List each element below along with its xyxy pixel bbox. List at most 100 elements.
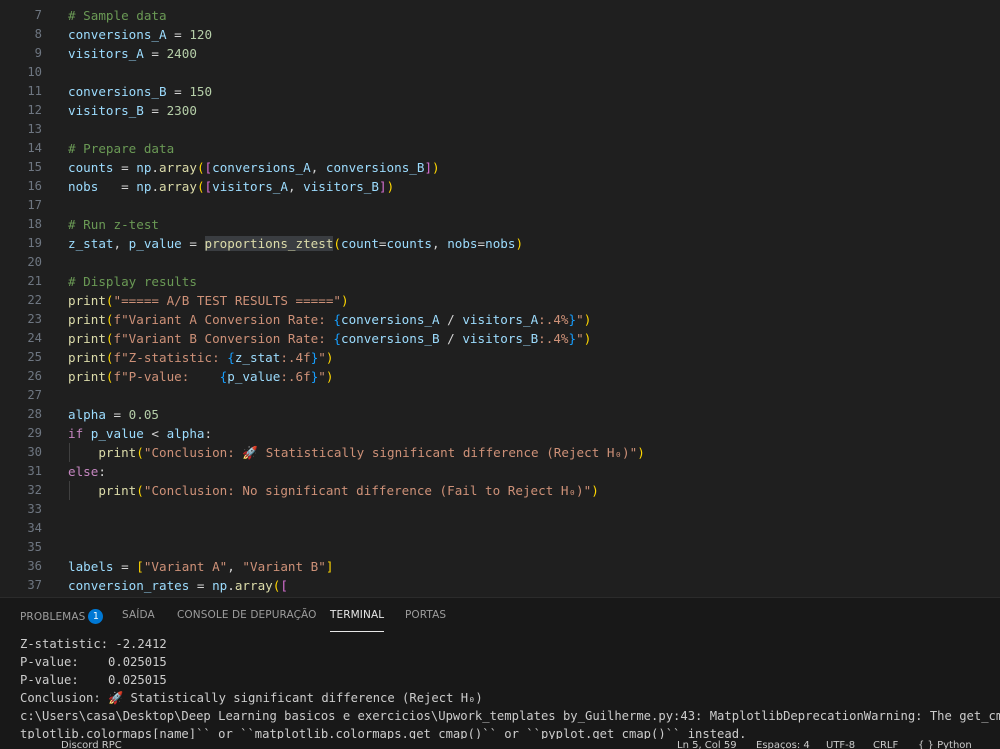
code-line[interactable]: 23 print(f"Variant A Conversion Rate: {co… bbox=[0, 310, 1000, 329]
line-number: 32 bbox=[27, 483, 42, 497]
code-token: [ bbox=[136, 559, 144, 574]
indentation-status[interactable]: Espaços: 4 bbox=[756, 740, 810, 749]
code-token: "Variant B" bbox=[242, 559, 326, 574]
code-token: nobs bbox=[447, 236, 478, 251]
code-token: conversions_A bbox=[68, 27, 167, 42]
code-token: . bbox=[151, 160, 160, 175]
code-line[interactable]: 27 bbox=[0, 386, 1000, 405]
tab-terminal[interactable]: TERMINAL bbox=[330, 609, 385, 632]
code-line[interactable]: 9 visitors_A = 2400 bbox=[0, 44, 1000, 63]
code-line[interactable]: 18 # Run z-test bbox=[0, 215, 1000, 234]
code-line[interactable]: 19 z_stat, p_value = proportions_ztest(co… bbox=[0, 234, 1000, 253]
code-token: [ bbox=[204, 179, 213, 194]
problems-status[interactable]: ⊗0 ⚠1 bbox=[0, 740, 28, 749]
code-line[interactable]: 37 conversion_rates = np.array([ bbox=[0, 576, 1000, 595]
code-token: # Run z-test bbox=[68, 217, 159, 232]
eol-status[interactable]: CRLF bbox=[873, 740, 898, 749]
code-token: print bbox=[68, 331, 106, 346]
code-token: = bbox=[105, 407, 129, 422]
line-number: 7 bbox=[34, 8, 42, 22]
code-line[interactable]: 20 bbox=[0, 253, 1000, 272]
code-line[interactable]: 32 print("Conclusion: No significant dif… bbox=[0, 481, 1000, 500]
code-line[interactable]: 24 print(f"Variant B Conversion Rate: {co… bbox=[0, 329, 1000, 348]
code-token: "Conclusion: No significant difference (… bbox=[143, 483, 592, 498]
code-token: proportions_ztest bbox=[204, 236, 334, 251]
code-token: :.4f bbox=[280, 350, 311, 365]
code-line[interactable]: 11 conversions_B = 150 bbox=[0, 82, 1000, 101]
code-token: visitors_A bbox=[68, 46, 144, 61]
line-number: 21 bbox=[27, 274, 42, 288]
code-line[interactable]: 33 bbox=[0, 500, 1000, 519]
code-token: = bbox=[166, 84, 190, 99]
code-token: ( bbox=[136, 445, 144, 460]
line-number: 8 bbox=[34, 27, 42, 41]
code-text: print("Conclusion: 🚀 Statistically signi… bbox=[68, 443, 644, 462]
code-token: conversions_A bbox=[212, 160, 311, 175]
tab-console-depuracao[interactable]: CONSOLE DE DEPURAÇÃO bbox=[177, 609, 316, 631]
code-token: [ bbox=[280, 578, 288, 593]
code-token: " bbox=[318, 369, 326, 384]
tab-portas[interactable]: PORTAS bbox=[405, 609, 446, 631]
line-number: 16 bbox=[27, 179, 42, 193]
line-number: 12 bbox=[27, 103, 42, 117]
code-line[interactable]: 26 print(f"P-value: {p_value:.6f}") bbox=[0, 367, 1000, 386]
code-line[interactable]: 30 print("Conclusion: 🚀 Statistically si… bbox=[0, 443, 1000, 462]
code-line[interactable]: 16 nobs = np.array([visitors_A, visitors_… bbox=[0, 177, 1000, 196]
tab-label: SAÍDA bbox=[122, 609, 155, 621]
tab-label: TERMINAL bbox=[330, 609, 385, 621]
code-text: labels = ["Variant A", "Variant B"] bbox=[68, 557, 333, 576]
code-line[interactable]: 29 if p_value < alpha: bbox=[0, 424, 1000, 443]
code-text: alpha = 0.05 bbox=[68, 405, 159, 424]
code-line[interactable]: 35 bbox=[0, 538, 1000, 557]
code-token: "Conclusion: 🚀 Statistically significant… bbox=[143, 445, 638, 460]
code-line[interactable]: 28 alpha = 0.05 bbox=[0, 405, 1000, 424]
code-token: p_value bbox=[128, 236, 182, 251]
code-token: f"Variant A Conversion Rate: bbox=[113, 312, 334, 327]
code-token: :.4% bbox=[538, 331, 569, 346]
code-line[interactable]: 10 bbox=[0, 63, 1000, 82]
code-line[interactable]: 15 counts = np.array([conversions_A, conv… bbox=[0, 158, 1000, 177]
code-text: conversions_B = 150 bbox=[68, 82, 212, 101]
code-token: , bbox=[227, 559, 243, 574]
code-editor[interactable]: 7 # Sample data 8 conversions_A = 120 9 visit… bbox=[0, 0, 1000, 597]
code-token: # Prepare data bbox=[68, 141, 175, 156]
code-line[interactable]: 31 else: bbox=[0, 462, 1000, 481]
problems-count-badge: 1 bbox=[88, 609, 104, 624]
code-token: ) bbox=[583, 312, 592, 327]
line-number: 36 bbox=[27, 559, 42, 573]
line-number: 11 bbox=[27, 84, 42, 98]
encoding-status[interactable]: UTF-8 bbox=[826, 740, 855, 749]
line-number: 34 bbox=[27, 521, 42, 535]
code-token: , bbox=[310, 160, 326, 175]
code-line[interactable]: 22 print("===== A/B TEST RESULTS =====") bbox=[0, 291, 1000, 310]
tab-problemas[interactable]: PROBLEMAS 1 bbox=[20, 609, 104, 631]
terminal-line: Conclusion: 🚀 Statistically significant … bbox=[20, 691, 483, 705]
code-text: conversions_A = 120 bbox=[68, 25, 212, 44]
code-line[interactable]: 21 # Display results bbox=[0, 272, 1000, 291]
code-token: ) bbox=[325, 350, 334, 365]
discord-rpc-status[interactable]: Discord RPC bbox=[61, 740, 122, 749]
code-line[interactable]: 34 bbox=[0, 519, 1000, 538]
code-token: ] bbox=[424, 160, 433, 175]
code-line[interactable]: 14 # Prepare data bbox=[0, 139, 1000, 158]
code-line[interactable]: 12 visitors_B = 2300 bbox=[0, 101, 1000, 120]
code-token: 2300 bbox=[166, 103, 197, 118]
code-line[interactable]: 36 labels = ["Variant A", "Variant B"] bbox=[0, 557, 1000, 576]
tab-saida[interactable]: SAÍDA bbox=[122, 609, 155, 631]
code-token: visitors_A bbox=[462, 312, 539, 327]
code-token: ) bbox=[583, 331, 592, 346]
code-token: = bbox=[181, 236, 205, 251]
language-label: Python bbox=[937, 740, 972, 749]
code-line[interactable]: 8 conversions_A = 120 bbox=[0, 25, 1000, 44]
line-number: 18 bbox=[27, 217, 42, 231]
cursor-position[interactable]: Ln 5, Col 59 bbox=[677, 740, 737, 749]
code-line[interactable]: 7 # Sample data bbox=[0, 6, 1000, 25]
code-text: visitors_B = 2300 bbox=[68, 101, 197, 120]
code-line[interactable]: 25 print(f"Z-statistic: {z_stat:.4f}") bbox=[0, 348, 1000, 367]
code-line[interactable]: 13 bbox=[0, 120, 1000, 139]
terminal-line: tplotlib.colormaps[name]`` or ``matplotl… bbox=[20, 727, 747, 740]
code-line[interactable]: 17 bbox=[0, 196, 1000, 215]
code-token: ( bbox=[196, 160, 205, 175]
language-status[interactable]: { } Python bbox=[918, 740, 972, 749]
